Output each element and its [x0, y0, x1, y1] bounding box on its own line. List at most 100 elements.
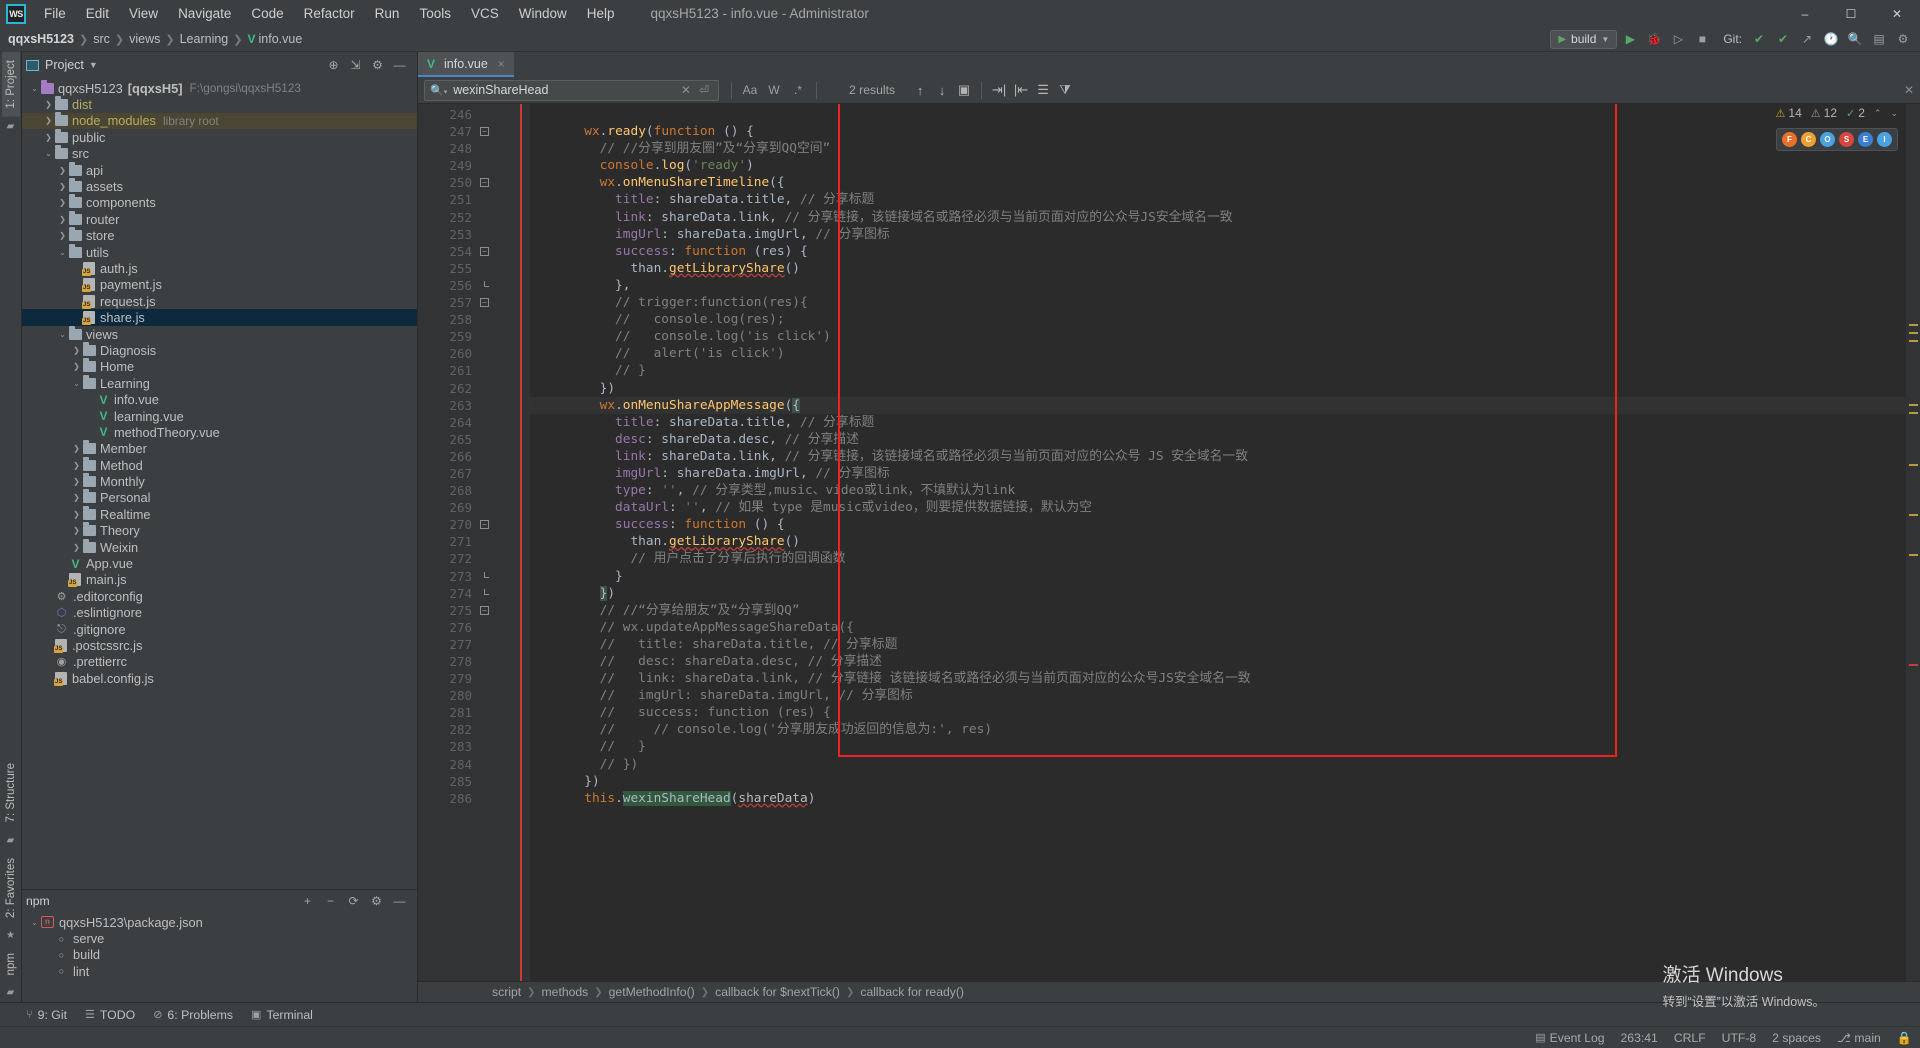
remove-icon[interactable]: − — [321, 892, 340, 911]
chevron-down-icon[interactable]: ⌄ — [28, 84, 41, 93]
tree-row[interactable]: ❯ node_modules library root — [22, 112, 417, 130]
chevron-right-icon[interactable]: ❯ — [70, 526, 83, 535]
close-find-bar-icon[interactable]: ✕ — [1904, 83, 1920, 97]
tree-row[interactable]: ◉ .prettierrc — [22, 654, 417, 670]
fold-collapse-icon[interactable] — [480, 298, 489, 308]
find-input-wrapper[interactable]: 🔍▾ wexinShareHead ✕ ⏎ — [424, 79, 719, 101]
chevron-down-icon[interactable]: ▼ — [89, 60, 98, 70]
editor-breadcrumb-item[interactable]: methods — [542, 985, 589, 999]
git-commit-icon[interactable]: ✔ — [1772, 29, 1794, 49]
line-number[interactable]: 274 — [418, 585, 530, 602]
refresh-icon[interactable]: ⟳ — [344, 892, 363, 911]
star-icon[interactable]: ★ — [6, 930, 15, 941]
code-line[interactable]: title: shareData.title, // 分享标题 — [530, 414, 1906, 431]
menu-item-help[interactable]: Help — [577, 2, 625, 25]
code-line[interactable]: than.getLibraryShare() — [530, 260, 1906, 277]
chevron-right-icon[interactable]: ❯ — [70, 493, 83, 502]
sidebar-tab-favorites[interactable]: 2: Favorites — [2, 850, 20, 926]
chevron-right-icon[interactable]: ❯ — [56, 166, 69, 175]
line-number[interactable]: 273 — [418, 568, 530, 585]
code-line[interactable]: // wx.updateAppMessageShareData({ — [530, 619, 1906, 636]
code-line[interactable]: // 用户点击了分享后执行的回调函数 — [530, 550, 1906, 567]
tree-row[interactable]: ⎋ .gitignore — [22, 621, 417, 637]
analysis-rail[interactable] — [1906, 104, 1920, 981]
tree-row[interactable]: babel.config.js — [22, 670, 417, 686]
tree-row[interactable]: ❯ Theory — [22, 522, 417, 539]
code-line[interactable]: // //“分享给朋友”及“分享到QQ” — [530, 602, 1906, 619]
code-line[interactable]: }) — [530, 585, 1906, 602]
add-icon[interactable]: + — [298, 892, 317, 911]
words-option[interactable]: W — [763, 83, 785, 97]
code-line[interactable]: type: '', // 分享类型,music、video或link，不填默认为… — [530, 482, 1906, 499]
line-number[interactable]: 278 — [418, 653, 530, 670]
new-line-icon[interactable]: ⇥| — [988, 82, 1010, 98]
tree-row[interactable]: ❯ store — [22, 227, 417, 244]
code-line[interactable]: // //分享到朋友圈”及“分享到QQ空间” — [530, 140, 1906, 157]
event-log-button[interactable]: ▤ Event Log — [1535, 1031, 1604, 1045]
code-line[interactable]: wx.ready(function () { — [530, 123, 1906, 140]
inspection-summary[interactable]: ⚠ 14 ⚠ 12 ✓ 2 ⌃ ⌄ — [1769, 104, 1904, 122]
stop-button[interactable]: ■ — [1691, 29, 1713, 49]
code-line[interactable] — [530, 106, 1906, 123]
menu-item-view[interactable]: View — [119, 2, 168, 25]
editor-breadcrumb-item[interactable]: script — [492, 985, 521, 999]
tool-window-git[interactable]: ⑂ 9: Git — [26, 1008, 67, 1022]
breadcrumb-item-qqxsh5123[interactable]: qqxsH5123 — [8, 32, 74, 46]
line-number[interactable]: 261 — [418, 362, 530, 379]
maximize-button[interactable]: ☐ — [1828, 0, 1874, 27]
settings-gear-icon[interactable]: ⚙ — [1892, 29, 1914, 49]
navbar-actions[interactable]: ▶ build ▼ ▶ 🐞 ▷ ■ Git: ✔ ✔ ↗ 🕐 🔍 ▤ ⚙ — [1550, 29, 1920, 49]
code-line[interactable]: dataUrl: '', // 如果 type 是music或video，则要提… — [530, 499, 1906, 516]
chevron-down-icon[interactable]: ⌄ — [56, 248, 69, 257]
line-number[interactable]: 283 — [418, 738, 530, 755]
chevron-right-icon[interactable]: ❯ — [42, 116, 55, 125]
line-number[interactable]: 259 — [418, 328, 530, 345]
bottom-tool-bar[interactable]: ⑂ 9: Git ☰ TODO ⊘ 6: Problems ▣ Terminal — [0, 1002, 1920, 1026]
sidebar-tab-project[interactable]: 1: Project — [1, 52, 20, 117]
project-panel-actions[interactable]: ⊕ ⇲ ⚙ — — [324, 56, 413, 75]
chevron-right-icon[interactable]: ❯ — [56, 231, 69, 240]
editor-tab-info-vue[interactable]: V info.vue × — [418, 52, 514, 77]
layout-icon[interactable]: ▤ — [1868, 29, 1890, 49]
file-encoding[interactable]: UTF-8 — [1722, 1031, 1757, 1045]
edge-icon[interactable]: E — [1858, 132, 1873, 147]
caret-position[interactable]: 263:41 — [1621, 1031, 1658, 1045]
status-bar-right[interactable]: ▤ Event Log 263:41 CRLF UTF-8 2 spaces ⎇… — [1535, 1031, 1912, 1045]
menu-item-run[interactable]: Run — [365, 2, 410, 25]
close-tab-icon[interactable]: × — [498, 57, 505, 71]
line-number[interactable]: 264 — [418, 414, 530, 431]
line-number[interactable]: 263 — [418, 397, 530, 414]
code-line[interactable]: // }) — [530, 756, 1906, 773]
run-coverage-button[interactable]: ▷ — [1667, 29, 1689, 49]
next-match-icon[interactable]: ↓ — [931, 83, 953, 98]
fold-collapse-icon[interactable] — [480, 605, 489, 615]
tree-row[interactable]: ❯ assets — [22, 178, 417, 194]
editor-breadcrumb-item[interactable]: callback for $nextTick() — [715, 985, 840, 999]
project-tree[interactable]: ⌄ qqxsH5123 [qqxsH5] F:\gongsi\qqxsH5123 ❯ di… — [22, 78, 417, 889]
line-number[interactable]: 253 — [418, 226, 530, 243]
match-case-option[interactable]: Aa — [739, 83, 761, 97]
line-number-gutter[interactable]: 2462472482492502512522532542552562572582… — [418, 104, 530, 981]
code-text[interactable]: wx.ready(function () { // //分享到朋友圈”及“分享到… — [530, 104, 1906, 981]
breadcrumb[interactable]: qqxsH5123 ❯ src ❯ views ❯ Learning ❯ Vinfo.vue — [8, 32, 302, 46]
git-push-icon[interactable]: ↗ — [1796, 29, 1818, 49]
line-number[interactable]: 250 — [418, 174, 530, 191]
code-line[interactable]: // trigger:function(res){ — [530, 294, 1906, 311]
search-icon[interactable]: 🔍▾ — [430, 84, 447, 97]
browser-preview-bar[interactable]: F C O S E I — [1776, 128, 1898, 151]
tree-row[interactable]: ○ build — [22, 947, 417, 963]
code-line[interactable]: console.log('ready') — [530, 157, 1906, 174]
tree-row[interactable]: ❯ Realtime — [22, 505, 417, 522]
npm-scripts-tree[interactable]: ⌄ n qqxsH5123\package.json ○ serve ○ build ○ lin… — [22, 912, 417, 1002]
code-line[interactable]: // // console.log('分享朋友成功返回的信息为:', res) — [530, 721, 1906, 738]
line-number[interactable]: 272 — [418, 550, 530, 567]
code-line[interactable]: link: shareData.link, // 分享链接，该链接域名或路径必须… — [530, 448, 1906, 465]
preserve-case-icon[interactable]: |⇤ — [1010, 82, 1032, 98]
safari-icon[interactable]: S — [1839, 132, 1854, 147]
line-number[interactable]: 270 — [418, 516, 530, 533]
line-number[interactable]: 269 — [418, 499, 530, 516]
fold-end-icon[interactable] — [484, 280, 489, 287]
line-number[interactable]: 276 — [418, 619, 530, 636]
chevron-right-icon[interactable]: ❯ — [70, 510, 83, 519]
chevron-right-icon[interactable]: ❯ — [42, 133, 55, 142]
